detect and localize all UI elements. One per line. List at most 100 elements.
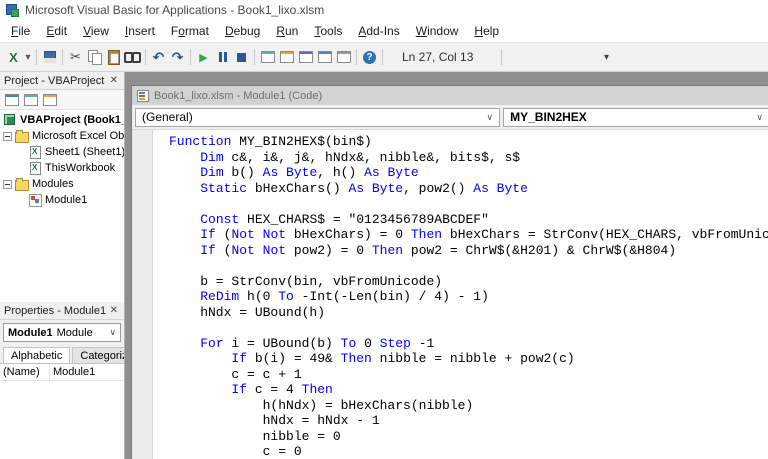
tree-item-sheet1[interactable]: Sheet1 (Sheet1): [0, 144, 124, 160]
tree-item-module1[interactable]: Module1: [0, 192, 124, 208]
menu-add-ins[interactable]: Add-Ins: [350, 21, 407, 41]
mdi-area: Book1_lixo.xlsm - Module1 (Code) (Genera…: [125, 72, 768, 459]
tree-item-modules[interactable]: Modules: [0, 176, 124, 192]
code-editor[interactable]: Function MY_BIN2HEX$(bin$) Dim c&, i&, j…: [132, 130, 768, 459]
undo-icon[interactable]: [149, 48, 168, 67]
properties-panel-header: Properties - Module1 ✕: [0, 302, 124, 320]
properties-grid: (Name) Module1: [0, 364, 124, 459]
tree-item-label: Module1: [45, 194, 88, 206]
code-line: If (Not Not pow2) = 0 Then pow2 = ChrW$(…: [200, 242, 677, 258]
code-line: hNdx = hNdx - 1: [169, 413, 380, 428]
code-line: If b(i) = 49& Then nibble = nibble + pow…: [231, 351, 575, 366]
tree-item-label: ThisWorkbook: [45, 162, 116, 174]
find-icon[interactable]: [123, 48, 142, 67]
menu-help[interactable]: Help: [466, 21, 507, 41]
tree-item-label: Microsoft Excel Objects: [32, 130, 124, 142]
vba-ide-window: Microsoft Visual Basic for Applications …: [0, 0, 768, 459]
view-microsoft-excel-icon[interactable]: [4, 48, 23, 67]
main-area: Project - VBAProject ✕ VBAProject (Book1…: [0, 72, 768, 459]
break-icon[interactable]: [213, 48, 232, 67]
property-row[interactable]: (Name) Module1: [0, 364, 124, 381]
dropdown-caret-icon[interactable]: [23, 48, 33, 67]
tab-alphabetic[interactable]: Alphabetic: [3, 347, 71, 363]
property-value[interactable]: Module1: [50, 364, 124, 380]
toolbar-icons: [4, 48, 379, 67]
standard-toolbar: Ln 27, Col 13: [0, 43, 768, 72]
workbook-icon: [28, 162, 42, 175]
code-line: Function MY_BIN2HEX$(bin$): [169, 134, 372, 149]
collapse-icon[interactable]: [3, 131, 12, 141]
collapse-icon[interactable]: [3, 179, 12, 189]
copy-icon[interactable]: [85, 48, 104, 67]
code-line: For i = UBound(b) To 0 Step -1: [200, 335, 435, 351]
menu-window[interactable]: Window: [408, 21, 467, 41]
menu-bar: File Edit View Insert Format Debug Run Tools Add…: [0, 20, 768, 43]
menu-run[interactable]: Run: [268, 21, 306, 41]
menu-edit[interactable]: Edit: [38, 21, 75, 41]
folder-icon: [15, 130, 29, 143]
code-window-title-bar[interactable]: Book1_lixo.xlsm - Module1 (Code): [132, 86, 768, 105]
tab-categorized[interactable]: Categorized: [72, 347, 124, 363]
project-explorer-icon[interactable]: [277, 48, 296, 67]
tree-item-vbaproject[interactable]: VBAProject (Book1_lixo.xlsm): [0, 112, 124, 128]
toolbar-separator: [382, 49, 383, 65]
design-mode-icon[interactable]: [258, 48, 277, 67]
vba-app-icon: [5, 3, 19, 17]
object-dropdown[interactable]: (General) ∨: [135, 107, 501, 127]
docked-panels: Project - VBAProject ✕ VBAProject (Book1…: [0, 72, 125, 459]
close-icon[interactable]: ✕: [108, 75, 120, 86]
code-line: Static bHexChars() As Byte, pow2() As By…: [200, 180, 528, 196]
toolbar-options-icon[interactable]: [597, 48, 616, 67]
menu-format[interactable]: Format: [163, 21, 217, 41]
object-dropdown-value: (General): [142, 110, 193, 124]
code-window: Book1_lixo.xlsm - Module1 (Code) (Genera…: [131, 85, 768, 459]
reset-icon[interactable]: [232, 48, 251, 67]
selected-object-type: Module: [56, 326, 93, 339]
help-icon[interactable]: [360, 48, 379, 67]
tree-item-label: Modules: [32, 178, 74, 190]
cut-icon[interactable]: [66, 48, 85, 67]
menu-debug[interactable]: Debug: [217, 21, 268, 41]
tree-item-microsoft-excel-objects[interactable]: Microsoft Excel Objects: [0, 128, 124, 144]
line-col-indicator: Ln 27, Col 13: [402, 50, 474, 64]
toolbar-separator: [62, 49, 63, 65]
menu-file[interactable]: File: [3, 21, 38, 41]
properties-window-icon[interactable]: [296, 48, 315, 67]
code-line: c = c + 1: [169, 366, 302, 382]
toolbox-icon[interactable]: [334, 48, 353, 67]
code-line: ReDim h(0 To -Int(-Len(bin) / 4) - 1): [200, 289, 489, 304]
project-panel-header: Project - VBAProject ✕: [0, 72, 124, 90]
view-code-icon[interactable]: [2, 90, 21, 109]
module-icon: [28, 194, 42, 207]
tree-item-label: VBAProject (Book1_lixo.xlsm): [20, 114, 124, 126]
properties-panel-title: Properties - Module1: [4, 304, 107, 317]
save-icon[interactable]: [40, 48, 59, 67]
properties-tabs: AlphabeticCategorized: [0, 345, 124, 364]
menu-insert[interactable]: Insert: [117, 21, 163, 41]
close-icon[interactable]: ✕: [108, 305, 120, 316]
property-name: (Name): [0, 364, 50, 380]
paste-icon[interactable]: [104, 48, 123, 67]
chevron-down-icon: ∨: [109, 327, 116, 337]
tree-item-thisworkbook[interactable]: ThisWorkbook: [0, 160, 124, 176]
code-line: Dim b() As Byte, h() As Byte: [200, 165, 419, 180]
run-icon[interactable]: [194, 48, 213, 67]
code-line: nibble = 0: [169, 428, 341, 444]
tree-item-label: Sheet1 (Sheet1): [45, 146, 124, 158]
redo-icon[interactable]: [168, 48, 187, 67]
project-tree: VBAProject (Book1_lixo.xlsm) Microsoft Ex…: [0, 110, 124, 302]
project-panel-title: Project - VBAProject: [4, 74, 105, 87]
project-panel-toolbar: [0, 90, 124, 110]
procedure-dropdown[interactable]: MY_BIN2HEX ∨: [503, 107, 768, 127]
object-browser-icon[interactable]: [315, 48, 334, 67]
menu-tools[interactable]: Tools: [306, 21, 350, 41]
code-line: If c = 4 Then: [231, 382, 333, 397]
worksheet-icon: [28, 146, 42, 159]
selected-object-name: Module1: [8, 326, 53, 339]
properties-object-dropdown[interactable]: Module1 Module ∨: [3, 323, 121, 342]
menu-view[interactable]: View: [75, 21, 117, 41]
view-object-icon[interactable]: [21, 90, 40, 109]
toggle-folders-icon[interactable]: [40, 90, 59, 109]
